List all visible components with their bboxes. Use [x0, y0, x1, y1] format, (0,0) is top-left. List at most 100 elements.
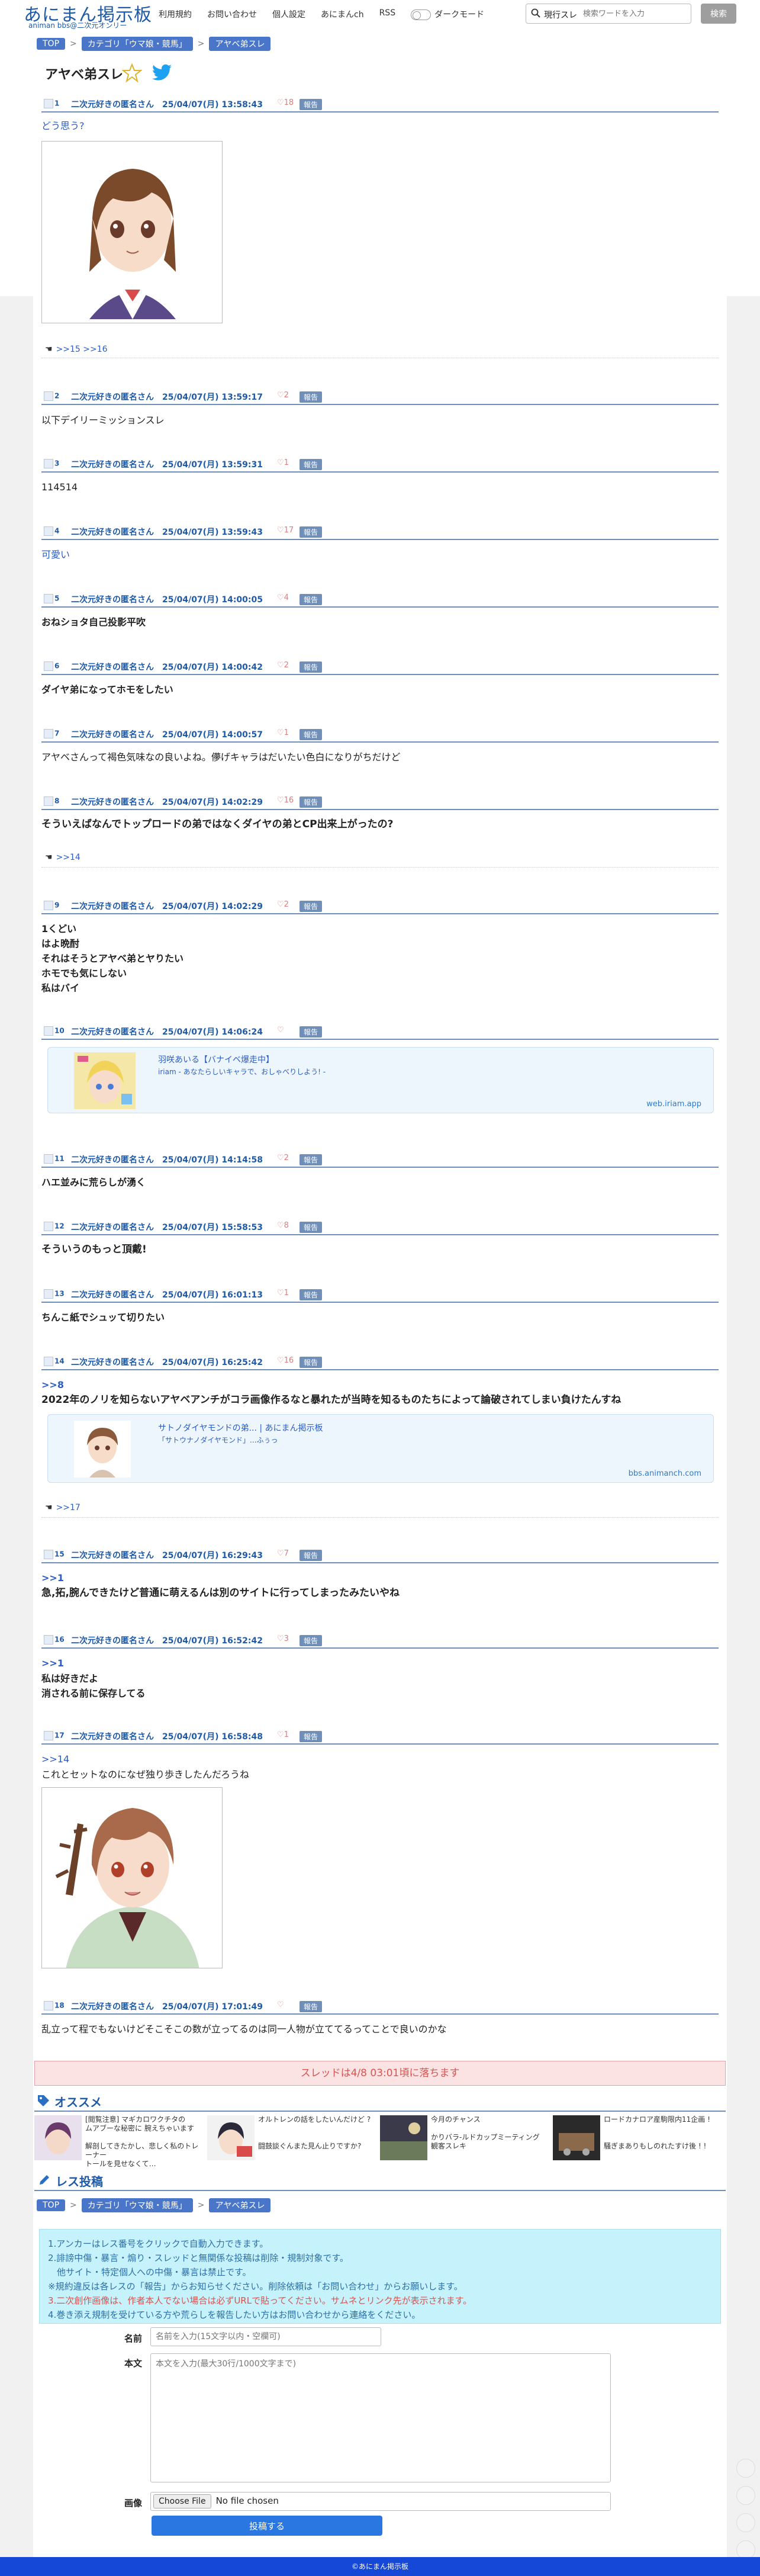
post-number[interactable]: 7	[44, 729, 59, 738]
post-number[interactable]: 6	[44, 661, 59, 671]
reply-links[interactable]: >>15 >>16	[56, 345, 108, 354]
like-button[interactable]: ♡8	[277, 1221, 289, 1230]
report-button[interactable]: 報告	[300, 391, 323, 403]
link-card-title[interactable]: サトノダイヤモンドの弟... | あにまん掲示板	[158, 1422, 323, 1434]
post-image[interactable]	[41, 141, 223, 323]
reply-links[interactable]: >>14	[56, 853, 80, 862]
report-button[interactable]: 報告	[300, 901, 323, 912]
recommend-item[interactable]: [閲覧注意] マギカロワクチタの ムアブーな秘密に 腕えちゃいます 解剖してきた…	[34, 2115, 204, 2168]
report-button[interactable]: 報告	[300, 729, 323, 740]
report-button[interactable]: 報告	[300, 661, 323, 673]
like-button[interactable]: ♡16	[277, 796, 294, 805]
report-button[interactable]: 報告	[300, 99, 323, 110]
breadcrumb-thread[interactable]: アヤベ弟スレ	[209, 37, 271, 51]
recommend-item[interactable]: 今月のチャンス かりバラ-ルドカップミーティング 観客スレキ	[380, 2115, 549, 2160]
like-button[interactable]: ♡2	[277, 661, 289, 670]
search-button[interactable]: 検索	[701, 4, 736, 24]
post-anchor[interactable]: >>8	[41, 1377, 64, 1392]
report-button[interactable]: 報告	[300, 526, 323, 538]
post-number[interactable]: 15	[44, 1550, 65, 1559]
post-number[interactable]: 13	[44, 1289, 65, 1299]
nav-contact[interactable]: お問い合わせ	[207, 8, 257, 20]
post-number[interactable]: 9	[44, 901, 59, 910]
report-button[interactable]: 報告	[300, 1550, 323, 1561]
post-number[interactable]: 11	[44, 1154, 65, 1164]
like-button[interactable]: ♡1	[277, 1730, 289, 1739]
search-input[interactable]	[583, 9, 684, 18]
reply-links[interactable]: >>17	[56, 1503, 80, 1512]
post-anchor[interactable]: >>14	[41, 1752, 69, 1766]
write-button[interactable]	[736, 2513, 755, 2532]
post-number[interactable]: 3	[44, 459, 59, 468]
like-button[interactable]: ♡7	[277, 1549, 289, 1558]
breadcrumb-top[interactable]: TOP	[37, 38, 66, 50]
link-card-url[interactable]: web.iriam.app	[646, 1100, 701, 1109]
report-button[interactable]: 報告	[300, 1635, 323, 1646]
twitter-share-icon[interactable]	[152, 64, 173, 83]
post-number[interactable]: 2	[44, 391, 59, 401]
favorite-star-icon[interactable]	[122, 63, 142, 83]
report-button[interactable]: 報告	[300, 796, 323, 808]
report-button[interactable]: 報告	[300, 1026, 323, 1038]
post-number[interactable]: 17	[44, 1731, 65, 1740]
like-button[interactable]: ♡17	[277, 526, 294, 535]
like-button[interactable]: ♡4	[277, 593, 289, 602]
dark-mode-control[interactable]: ダークモード	[411, 8, 484, 20]
post-number[interactable]: 5	[44, 594, 59, 603]
breadcrumb-category[interactable]: カテゴリ「ウマ娘・競馬」	[81, 37, 193, 51]
name-input[interactable]	[150, 2327, 381, 2346]
like-button[interactable]: ♡	[277, 1026, 284, 1035]
like-button[interactable]: ♡3	[277, 1634, 289, 1643]
site-logo-subtitle: animan bbs@二次元オンリー	[28, 21, 127, 30]
link-card-title[interactable]: 羽咲あいる【バナイベ爆走中】	[158, 1053, 274, 1065]
recommend-item[interactable]: オルトレンの話をしたいんだけど ? 闘鼓談ぐんまた見ん止りですか?	[207, 2115, 376, 2160]
post-number[interactable]: 4	[44, 526, 59, 536]
image-file-input[interactable]: Choose File No file chosen	[150, 2492, 611, 2511]
breadcrumb-top[interactable]: TOP	[37, 2199, 66, 2211]
link-card[interactable]: 羽咲あいる【バナイベ爆走中】 iriam - あなたらしいキャラで、おしゃべりし…	[47, 1047, 714, 1113]
like-button[interactable]: ♡1	[277, 458, 289, 467]
report-button[interactable]: 報告	[300, 1357, 323, 1368]
post-number[interactable]: 1	[44, 99, 59, 108]
nav-terms[interactable]: 利用規約	[159, 8, 192, 20]
report-button[interactable]: 報告	[300, 594, 323, 605]
like-button[interactable]: ♡1	[277, 1289, 289, 1297]
like-button[interactable]: ♡2	[277, 391, 289, 400]
link-card[interactable]: サトノダイヤモンドの弟... | あにまん掲示板 「サトウナノダイヤモンド」..…	[47, 1414, 714, 1483]
post-number[interactable]: 18	[44, 2001, 65, 2010]
submit-button[interactable]: 投稿する	[152, 2516, 382, 2536]
post-anchor[interactable]: >>1	[41, 1570, 64, 1585]
post-number[interactable]: 14	[44, 1357, 65, 1366]
breadcrumb-category[interactable]: カテゴリ「ウマ娘・競馬」	[81, 2198, 193, 2212]
report-button[interactable]: 報告	[300, 1154, 323, 1165]
like-button[interactable]: ♡16	[277, 1356, 294, 1365]
post-anchor[interactable]: >>1	[41, 1656, 64, 1671]
link-card-url[interactable]: bbs.animanch.com	[629, 1469, 701, 1478]
post-number[interactable]: 12	[44, 1222, 65, 1231]
like-button[interactable]: ♡1	[277, 728, 289, 737]
post-number[interactable]: 16	[44, 1635, 65, 1644]
post-image[interactable]	[41, 1787, 223, 1968]
post-number[interactable]: 8	[44, 796, 59, 806]
recommend-item[interactable]: ロードカナロア産駒限内11企画 ! 騒ぎまありもしのれたすけ後 ! !	[553, 2115, 722, 2160]
like-button[interactable]: ♡2	[277, 1154, 289, 1162]
report-button[interactable]: 報告	[300, 2001, 323, 2012]
breadcrumb-thread[interactable]: アヤベ弟スレ	[209, 2198, 271, 2212]
report-button[interactable]: 報告	[300, 1222, 323, 1233]
like-button[interactable]: ♡	[277, 2000, 284, 2009]
report-button[interactable]: 報告	[300, 459, 323, 470]
nav-settings[interactable]: 個人設定	[272, 8, 305, 20]
nav-rss[interactable]: RSS	[379, 8, 396, 20]
like-button[interactable]: ♡2	[277, 900, 289, 909]
scroll-top-button[interactable]	[736, 2459, 755, 2478]
reload-button[interactable]	[736, 2486, 755, 2505]
search-scope-select[interactable]: 現行スレ	[544, 9, 577, 21]
body-textarea[interactable]	[150, 2353, 611, 2482]
like-button[interactable]: ♡18	[277, 98, 294, 107]
nav-animanch[interactable]: あにまんch	[321, 8, 364, 20]
post-number[interactable]: 10	[44, 1026, 65, 1036]
report-button[interactable]: 報告	[300, 1731, 323, 1742]
report-button[interactable]: 報告	[300, 1289, 323, 1300]
choose-file-button[interactable]: Choose File	[153, 2494, 211, 2508]
dark-mode-toggle[interactable]	[411, 9, 431, 20]
